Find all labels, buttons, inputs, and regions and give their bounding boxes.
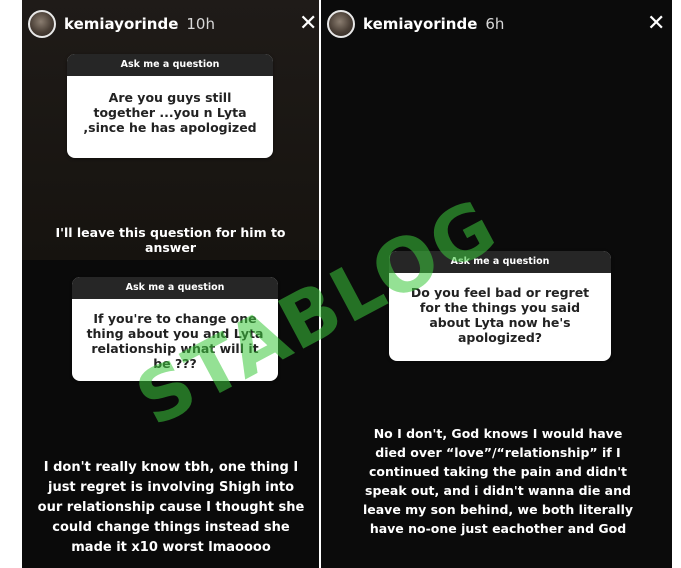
username[interactable]: kemiayorinde	[363, 15, 477, 33]
question-text: Are you guys still together ...you n Lyt…	[83, 90, 257, 135]
story-header: kemiayorinde 10h	[28, 10, 215, 38]
question-sticker-header: Ask me a question	[389, 251, 611, 273]
story-header: kemiayorinde 6h	[327, 10, 504, 38]
question-sticker-header: Ask me a question	[72, 277, 278, 299]
avatar[interactable]	[327, 10, 355, 38]
avatar[interactable]	[28, 10, 56, 38]
username[interactable]: kemiayorinde	[64, 15, 178, 33]
timestamp: 6h	[485, 15, 505, 33]
story-panel-right: kemiayorinde 6h ✕ Ask me a question Do y…	[321, 0, 672, 568]
question-sticker: Ask me a question Are you guys still tog…	[67, 54, 273, 158]
close-icon[interactable]: ✕	[647, 13, 665, 35]
question-text: Do you feel bad or regret for the things…	[410, 285, 590, 345]
story-panel-bottom-left: Ask me a question If you're to change on…	[22, 260, 319, 568]
close-icon[interactable]: ✕	[299, 13, 317, 35]
answer-text: No I don't, God knows I would have died …	[362, 426, 633, 536]
question-sticker-header: Ask me a question	[67, 54, 273, 76]
answer-text: I'll leave this question for him to answ…	[55, 225, 286, 255]
question-text: If you're to change one thing about you …	[86, 311, 264, 371]
question-sticker: Ask me a question Do you feel bad or reg…	[389, 251, 611, 361]
answer-text: I don't really know tbh, one thing I jus…	[37, 460, 305, 555]
story-panel-top-left: kemiayorinde 10h ✕ Ask me a question Are…	[22, 0, 319, 260]
question-sticker: Ask me a question If you're to change on…	[72, 277, 278, 381]
timestamp: 10h	[186, 15, 215, 33]
